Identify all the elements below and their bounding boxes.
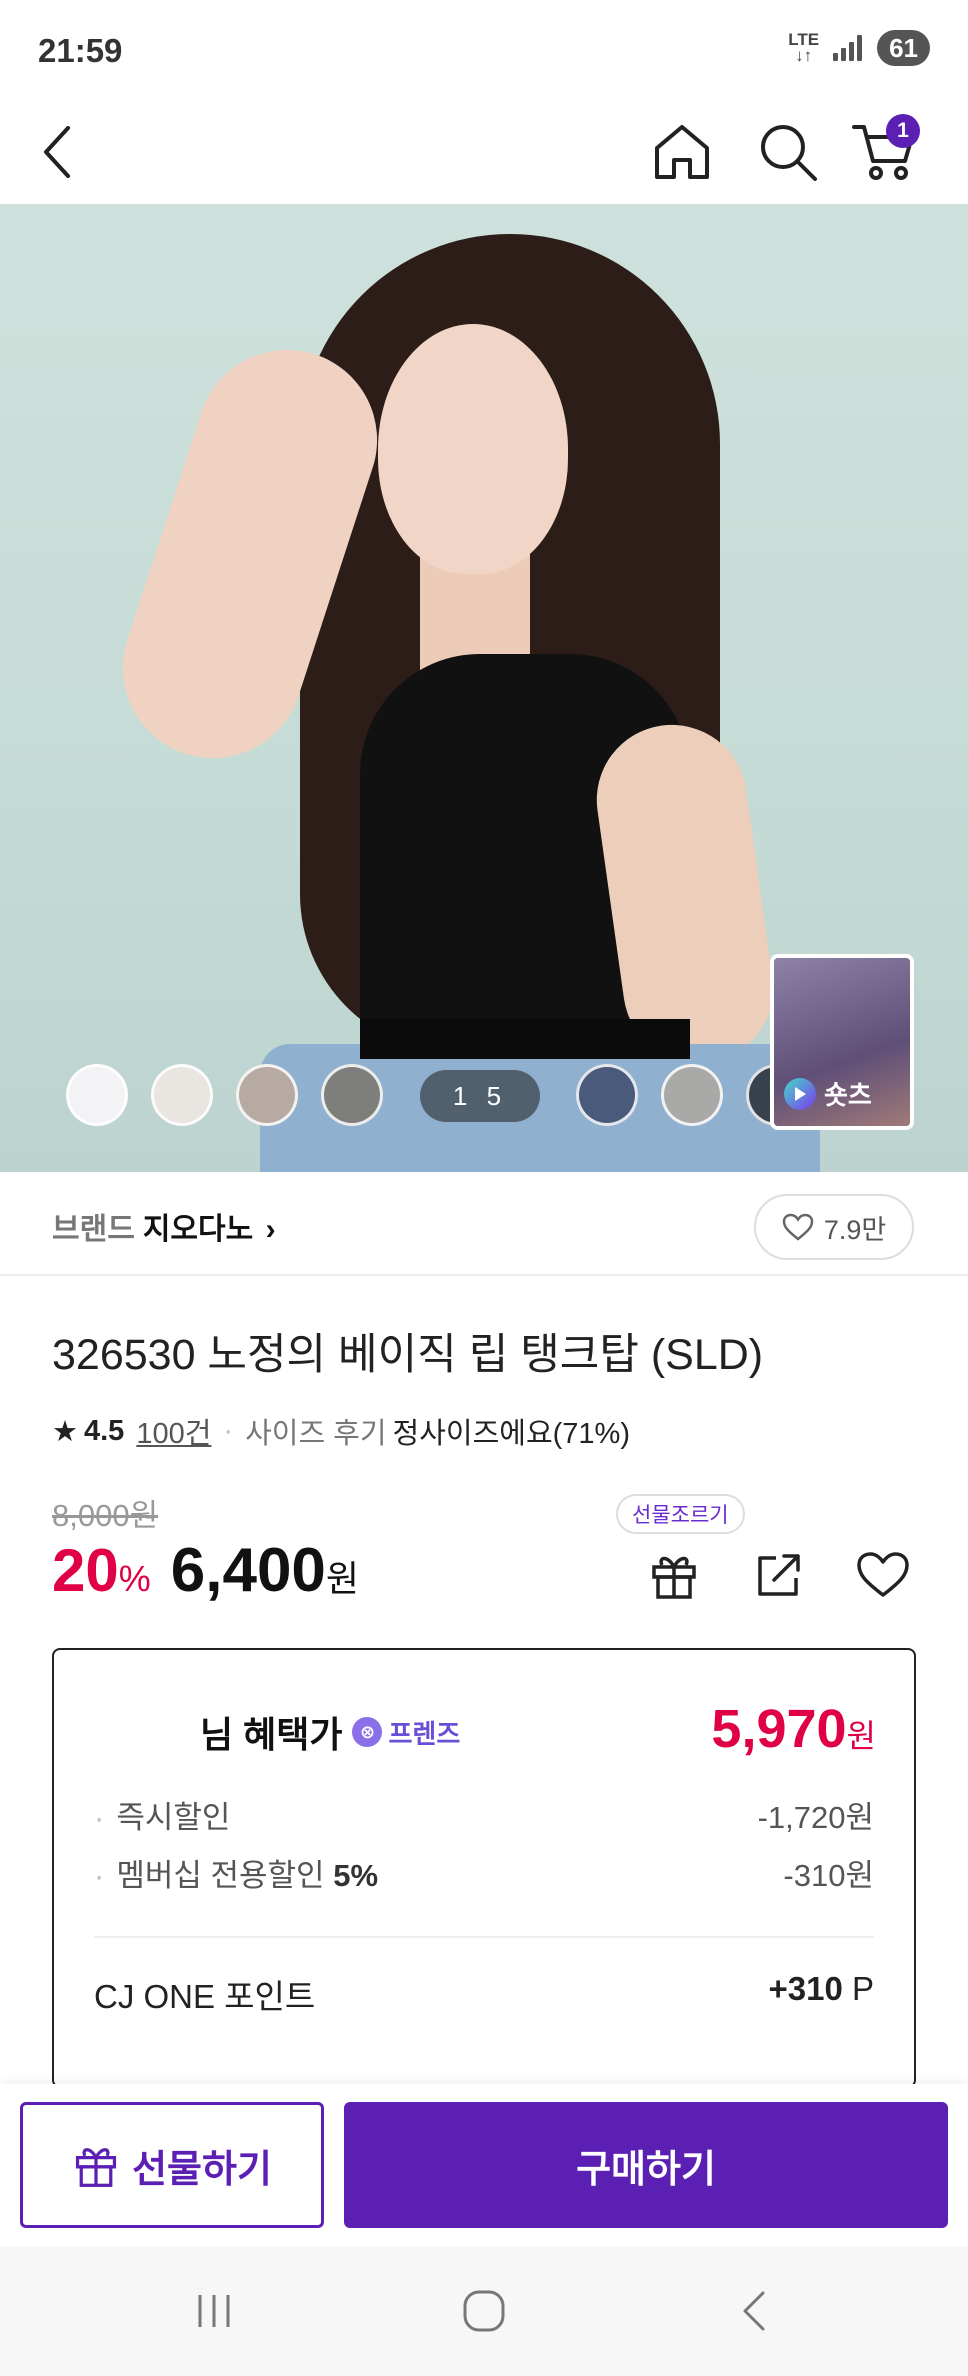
belt-shape (360, 1019, 690, 1059)
recent-apps-icon (198, 2295, 230, 2327)
play-icon (784, 1077, 816, 1110)
home-icon (655, 125, 709, 179)
benefit-header: 님 혜택가 ⊗ 프렌즈 (200, 1706, 460, 1758)
discount-line-label: 멤버십 전용할인 5% (94, 1850, 378, 1895)
cj-one-points-value: +310 P (768, 1970, 874, 2007)
battery-indicator: 61 (877, 30, 930, 66)
color-swatch[interactable] (66, 1064, 128, 1126)
cj-one-points-label: CJ ONE 포인트 (94, 1978, 316, 2015)
share-button[interactable] (744, 1540, 814, 1610)
home-nav-button[interactable] (444, 2276, 524, 2346)
color-swatch[interactable] (661, 1064, 723, 1126)
chevron-right-icon: › (265, 1213, 276, 1246)
shorts-label: 숏츠 (784, 1075, 872, 1112)
heart-icon (782, 1213, 814, 1241)
wishlist-button[interactable]: 7.9만 (754, 1194, 914, 1260)
discount-rate: 20 (52, 1537, 119, 1604)
recent-apps-button[interactable] (174, 2276, 254, 2346)
shorts-thumbnail[interactable]: 숏츠 (770, 954, 914, 1130)
review-count-link[interactable]: 100건 (136, 1410, 211, 1452)
gift-icon (652, 1556, 696, 1599)
system-nav-bar (0, 2246, 968, 2376)
membership-badge: ⊗ 프렌즈 (352, 1714, 460, 1751)
membership-badge-label: 프렌즈 (388, 1718, 461, 1749)
discount-line-value: -1,720원 (757, 1800, 874, 1835)
discount-line-label: 즉시할인 (94, 1792, 230, 1837)
color-swatch[interactable] (576, 1064, 638, 1126)
cart-count-badge: 1 (886, 114, 920, 148)
brand-link[interactable]: 브랜드 지오다노 › (52, 1204, 276, 1248)
size-review-label: 사이즈 후기 (245, 1418, 387, 1450)
star-icon: ★ (52, 1415, 78, 1448)
separator-dot: · (223, 1414, 234, 1447)
bottom-action-bar: 선물하기 구매하기 (0, 2084, 968, 2246)
divider (94, 1936, 874, 1938)
benefit-title: 님 혜택가 (200, 1714, 343, 1755)
home-circle-icon (463, 2290, 505, 2332)
image-counter: 1 5 (420, 1070, 540, 1122)
brand-name: 지오다노 (142, 1213, 254, 1246)
like-count: 7.9만 (823, 1214, 887, 1245)
color-swatch[interactable] (236, 1064, 298, 1126)
search-icon (761, 125, 817, 181)
rating-row: ★ 4.5 100건 · 사이즈 후기 정사이즈에요(71%) (52, 1410, 630, 1452)
price-row: 20 % 6,400 원 (52, 1535, 359, 1606)
gift-icon (76, 2148, 117, 2187)
product-title: 326530 노정의 베이직 립 탱크탑 (SLD) (52, 1331, 764, 1379)
favorite-button[interactable] (848, 1540, 918, 1610)
search-button[interactable] (744, 108, 832, 196)
sale-price-unit: 원 (325, 1558, 360, 1599)
status-bar: 21:59 LTE ↓↑ 61 (0, 0, 968, 100)
top-nav: 1 (0, 100, 968, 204)
product-image[interactable]: 1 5 숏츠 (0, 204, 968, 1172)
cart-button[interactable]: 1 (840, 108, 928, 196)
lte-icon: LTE ↓↑ (788, 30, 820, 65)
chevron-left-icon (743, 2291, 765, 2331)
back-button[interactable] (14, 108, 102, 196)
sale-price: 6,400 (170, 1536, 326, 1605)
buy-button[interactable]: 구매하기 (344, 2102, 948, 2228)
color-swatch[interactable] (321, 1064, 383, 1126)
back-nav-button[interactable] (714, 2276, 794, 2346)
share-icon (758, 1554, 800, 1596)
benefit-price-box: 님 혜택가 ⊗ 프렌즈 5,970원 즉시할인 -1,720원 멤버십 전용할인… (52, 1648, 916, 2088)
status-time: 21:59 (38, 32, 123, 69)
cj-one-points-row: CJ ONE 포인트 +310 P (94, 1970, 874, 2018)
gift-request-button[interactable] (639, 1540, 709, 1610)
brand-row: 브랜드 지오다노 › 7.9만 (0, 1172, 968, 1276)
discount-line-value: -310원 (783, 1858, 874, 1893)
status-icons: LTE ↓↑ 61 (788, 30, 930, 66)
signal-icon (833, 35, 863, 61)
face-shape (378, 324, 568, 574)
chevron-left-icon (44, 126, 70, 178)
gift-button[interactable]: 선물하기 (20, 2102, 324, 2228)
gift-request-tooltip: 선물조르기 (616, 1494, 745, 1534)
original-price: 8,000원 (52, 1498, 159, 1533)
color-swatch[interactable] (151, 1064, 213, 1126)
gift-button-label: 선물하기 (132, 2148, 272, 2191)
size-review-value: 정사이즈에요(71%) (392, 1418, 630, 1450)
buy-button-label: 구매하기 (576, 2148, 716, 2191)
rating-score: 4.5 (84, 1414, 125, 1447)
benefit-price: 5,970원 (711, 1699, 876, 1759)
discount-line-instant: 즉시할인 -1,720원 (94, 1792, 874, 1837)
discount-unit: % (118, 1558, 151, 1599)
discount-line-membership: 멤버십 전용할인 5% -310원 (94, 1850, 874, 1895)
heart-icon (857, 1552, 909, 1597)
friends-icon: ⊗ (352, 1717, 383, 1747)
home-button[interactable] (638, 108, 726, 196)
brand-label: 브랜드 (52, 1213, 135, 1246)
